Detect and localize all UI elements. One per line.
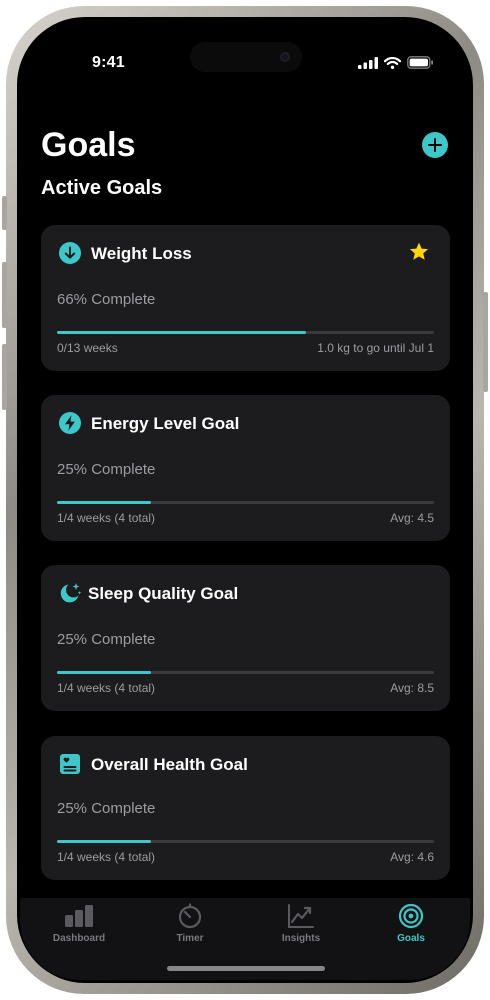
status-icons bbox=[358, 56, 434, 69]
tab-insights[interactable]: Insights bbox=[245, 898, 357, 958]
tab-label: Dashboard bbox=[52, 933, 106, 944]
goal-card[interactable]: Overall Health Goal 25% Complete 1/4 wee… bbox=[41, 736, 450, 880]
goal-detail: Avg: 4.6 bbox=[390, 850, 434, 864]
progress-bar bbox=[57, 671, 434, 674]
goal-weeks: 0/13 weeks bbox=[57, 341, 118, 355]
timer-icon bbox=[178, 903, 202, 929]
target-icon bbox=[398, 903, 424, 929]
action-button bbox=[2, 196, 7, 230]
power-button bbox=[483, 292, 488, 392]
cellular-signal-icon bbox=[358, 56, 378, 69]
star-icon[interactable] bbox=[408, 241, 430, 263]
tab-label: Timer bbox=[176, 933, 204, 944]
tab-label: Goals bbox=[397, 933, 425, 944]
goal-percent: 25% Complete bbox=[57, 461, 156, 478]
goal-weeks: 1/4 weeks (4 total) bbox=[57, 511, 156, 525]
add-goal-button[interactable] bbox=[422, 132, 448, 158]
goal-title: Weight Loss bbox=[91, 244, 192, 263]
tab-dashboard[interactable]: Dashboard bbox=[23, 898, 135, 958]
goal-detail: Avg: 8.5 bbox=[390, 681, 434, 695]
progress-bar bbox=[57, 331, 434, 334]
page-title: Goals bbox=[41, 126, 136, 164]
goal-weeks: 1/4 weeks (4 total) bbox=[57, 850, 156, 864]
health-card-icon bbox=[60, 754, 80, 774]
home-indicator bbox=[167, 966, 325, 971]
moon-stars-icon bbox=[60, 583, 82, 603]
progress-fill bbox=[57, 331, 306, 334]
tab-goals[interactable]: Goals bbox=[355, 898, 467, 958]
goal-card[interactable]: Energy Level Goal 25% Complete 1/4 weeks… bbox=[41, 395, 450, 541]
progress-bar bbox=[57, 840, 434, 843]
goal-weeks: 1/4 weeks (4 total) bbox=[57, 681, 156, 695]
progress-bar bbox=[57, 501, 434, 504]
camera-icon bbox=[280, 52, 290, 62]
goal-detail: Avg: 4.5 bbox=[390, 511, 434, 525]
arrow-down-circle-icon bbox=[59, 242, 81, 264]
progress-fill bbox=[57, 671, 152, 674]
volume-up-button bbox=[2, 262, 7, 328]
goal-card[interactable]: Weight Loss 66% Complete 0/13 weeks 1.0 … bbox=[41, 225, 450, 371]
goal-percent: 66% Complete bbox=[57, 291, 156, 308]
bar-chart-icon bbox=[65, 905, 93, 927]
app-screen: 9:41 Goals Active Goals Weight Loss 66% … bbox=[20, 20, 470, 980]
trend-chart-icon bbox=[288, 904, 314, 928]
progress-fill bbox=[57, 840, 152, 843]
bolt-circle-icon bbox=[59, 412, 81, 434]
dynamic-island bbox=[190, 42, 302, 72]
goal-title: Overall Health Goal bbox=[91, 755, 248, 774]
tab-label: Insights bbox=[281, 933, 321, 944]
wifi-icon bbox=[384, 56, 401, 69]
volume-down-button bbox=[2, 344, 7, 410]
goal-percent: 25% Complete bbox=[57, 631, 156, 648]
goal-title: Energy Level Goal bbox=[91, 414, 240, 433]
progress-fill bbox=[57, 501, 152, 504]
goal-percent: 25% Complete bbox=[57, 800, 156, 817]
battery-icon bbox=[407, 56, 433, 69]
goal-card[interactable]: Sleep Quality Goal 25% Complete 1/4 week… bbox=[41, 565, 450, 711]
goal-detail: 1.0 kg to go until Jul 1 bbox=[317, 341, 434, 355]
section-title: Active Goals bbox=[41, 177, 163, 199]
status-time: 9:41 bbox=[92, 54, 125, 71]
goal-title: Sleep Quality Goal bbox=[88, 584, 239, 603]
tab-timer[interactable]: Timer bbox=[134, 898, 246, 958]
